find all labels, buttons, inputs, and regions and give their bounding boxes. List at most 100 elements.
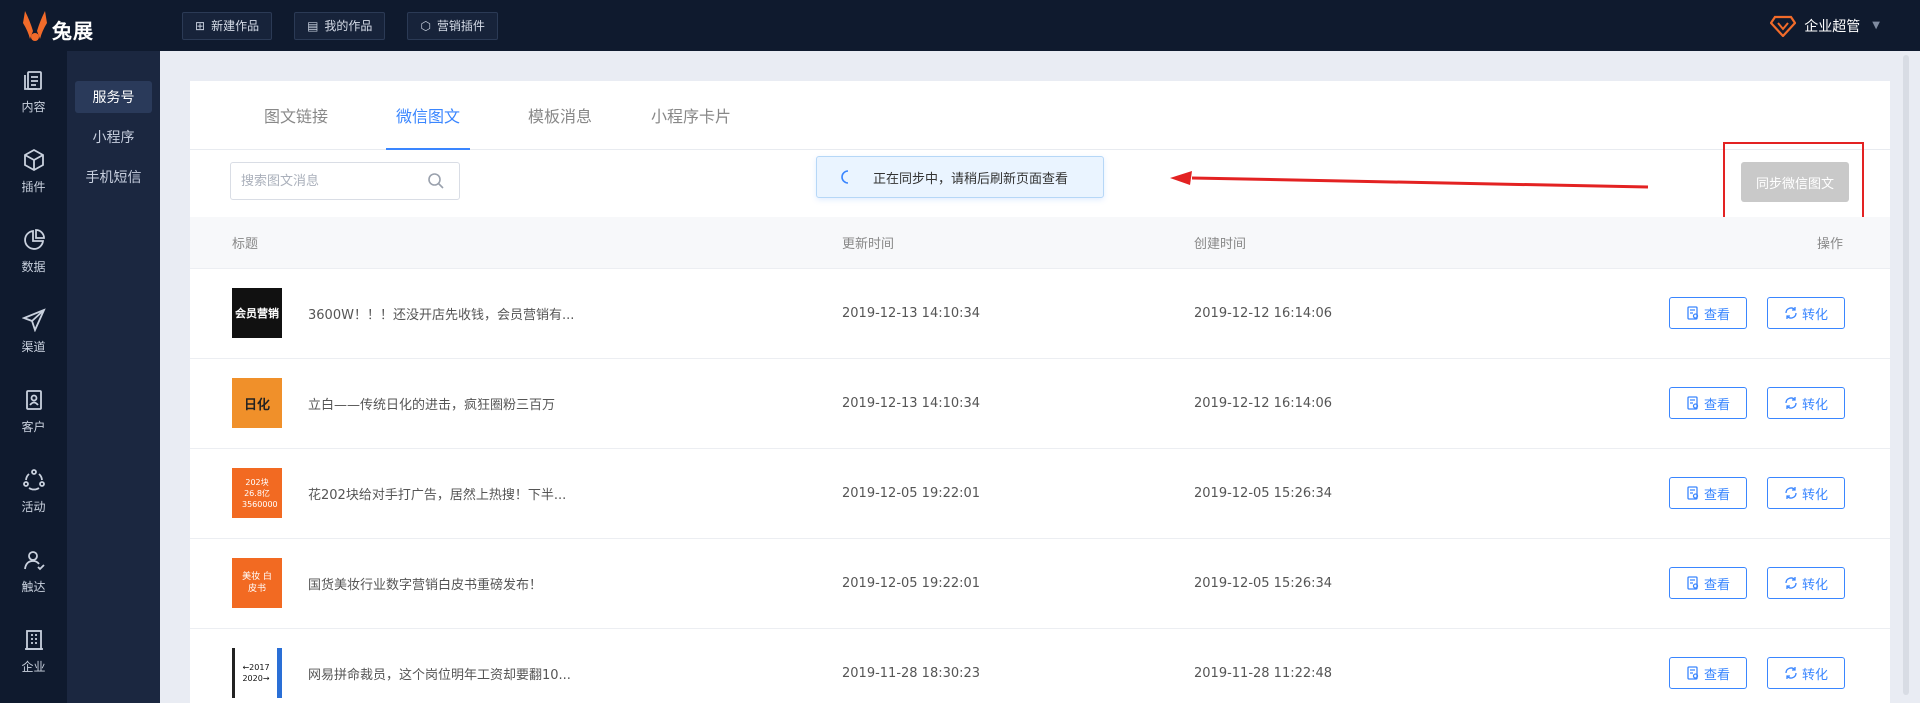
sync-highlight-box: 同步微信图文: [1723, 142, 1864, 220]
convert-button[interactable]: 转化: [1767, 477, 1845, 509]
refresh-icon: [1785, 397, 1797, 409]
subnav-item-sms[interactable]: 手机短信: [75, 161, 152, 193]
article-title[interactable]: 花202块给对手打广告，居然上热搜！下半...: [308, 448, 566, 538]
new-work-button[interactable]: ⊞ 新建作品: [182, 11, 273, 40]
view-document-icon: [1687, 576, 1699, 590]
convert-button[interactable]: 转化: [1767, 657, 1845, 689]
activity-icon: [22, 468, 45, 490]
rail-item-channels[interactable]: 渠道: [0, 291, 67, 371]
article-thumbnail[interactable]: ←2017 2020→: [232, 648, 282, 698]
user-menu[interactable]: 企业超管 ▼: [1770, 0, 1880, 51]
article-title[interactable]: 国货美妆行业数字营销白皮书重磅发布！: [308, 538, 542, 628]
convert-label: 转化: [1801, 667, 1828, 683]
rail-item-activities[interactable]: 活动: [0, 451, 67, 531]
updated-time: 2019-12-05 19:22:01: [842, 485, 981, 501]
search-input[interactable]: [231, 163, 427, 199]
new-work-label: 新建作品: [211, 19, 260, 33]
article-title[interactable]: 3600W！！！还没开店先收钱，会员营销有...: [308, 268, 574, 358]
header-updated: 更新时间: [842, 237, 895, 252]
view-button[interactable]: 查看: [1669, 657, 1747, 689]
view-label: 查看: [1703, 307, 1730, 323]
updated-time: 2019-12-13 14:10:34: [842, 305, 981, 321]
article-title[interactable]: 网易拼命裁员，这个岗位明年工资却要翻10...: [308, 628, 571, 703]
pie-chart-icon: [23, 228, 45, 250]
article-thumbnail[interactable]: 美妆 白皮书: [232, 558, 282, 608]
rail-label: 客户: [21, 419, 46, 434]
convert-button[interactable]: 转化: [1767, 297, 1845, 329]
created-time: 2019-12-12 16:14:06: [1194, 395, 1333, 411]
created-time: 2019-12-12 16:14:06: [1194, 305, 1333, 321]
thumbnail-text: 会员营销: [235, 307, 279, 320]
rail-item-plugins[interactable]: 插件: [0, 131, 67, 211]
article-thumbnail[interactable]: 日化: [232, 378, 282, 428]
article-thumbnail[interactable]: 会员营销: [232, 288, 282, 338]
tab-mini-program-cards[interactable]: 小程序卡片: [651, 81, 731, 149]
rail-item-reach[interactable]: 触达: [0, 531, 67, 611]
convert-label: 转化: [1801, 487, 1828, 503]
rail-item-content[interactable]: 内容: [0, 51, 67, 131]
view-label: 查看: [1703, 487, 1730, 503]
sync-wechat-articles-button[interactable]: 同步微信图文: [1741, 162, 1849, 202]
table-header: 标题 更新时间 创建时间 操作: [190, 217, 1890, 269]
article-thumbnail[interactable]: 202块 26.8亿 3560000: [232, 468, 282, 518]
updated-time: 2019-12-13 14:10:34: [842, 395, 981, 411]
scrollbar-thumb[interactable]: [1903, 55, 1909, 695]
my-works-label: 我的作品: [324, 19, 373, 33]
convert-button[interactable]: 转化: [1767, 387, 1845, 419]
rail-item-customers[interactable]: 客户: [0, 371, 67, 451]
view-button[interactable]: 查看: [1669, 477, 1747, 509]
view-label: 查看: [1703, 397, 1730, 413]
brand-logo[interactable]: 兔展: [0, 0, 160, 51]
chevron-down-icon: ▼: [1872, 20, 1880, 31]
view-document-icon: [1687, 306, 1699, 320]
tab-article-links[interactable]: 图文链接: [264, 81, 328, 149]
search-icon[interactable]: [427, 172, 445, 190]
created-time: 2019-12-05 15:26:34: [1194, 485, 1333, 501]
rail-label: 插件: [21, 179, 46, 194]
subnav-item-mini-program[interactable]: 小程序: [75, 121, 152, 153]
subnav-item-service-account[interactable]: 服务号: [75, 81, 152, 113]
tab-bar: 图文链接 微信图文 模板消息 小程序卡片: [190, 81, 1890, 150]
table-row: 会员营销 3600W！！！还没开店先收钱，会员营销有... 2019-12-13…: [190, 268, 1890, 359]
tab-wechat-articles[interactable]: 微信图文: [385, 81, 471, 150]
refresh-icon: [1785, 667, 1797, 679]
header-actions: 操作: [1817, 237, 1844, 252]
my-works-button[interactable]: ▤ 我的作品: [294, 11, 386, 40]
rail-label: 内容: [21, 99, 46, 114]
diamond-badge-icon: [1770, 15, 1797, 37]
tab-template-messages[interactable]: 模板消息: [528, 81, 592, 149]
header-created: 创建时间: [1194, 237, 1247, 252]
marketing-plugin-button[interactable]: ⬡ 营销插件: [407, 11, 498, 40]
convert-label: 转化: [1801, 307, 1828, 323]
secondary-nav: 服务号 小程序 手机短信: [67, 51, 160, 703]
view-button[interactable]: 查看: [1669, 387, 1747, 419]
table-row: 美妆 白皮书 国货美妆行业数字营销白皮书重磅发布！ 2019-12-05 19:…: [190, 538, 1890, 629]
created-time: 2019-11-28 11:22:48: [1194, 665, 1333, 681]
rail-item-enterprise[interactable]: 企业: [0, 611, 67, 691]
page-scrollbar[interactable]: [1892, 51, 1920, 703]
marketing-plugin-label: 营销插件: [436, 19, 485, 33]
view-document-icon: [1687, 396, 1699, 410]
rail-item-data[interactable]: 数据: [0, 211, 67, 291]
view-button[interactable]: 查看: [1669, 567, 1747, 599]
convert-button[interactable]: 转化: [1767, 567, 1845, 599]
loading-spinner-icon: [841, 170, 849, 184]
icon-rail: 内容 插件 数据 渠道 客户 活动 触达 企业: [0, 51, 67, 703]
table-row: 202块 26.8亿 3560000 花202块给对手打广告，居然上热搜！下半.…: [190, 448, 1890, 539]
user-reach-icon: [23, 550, 45, 570]
view-button[interactable]: 查看: [1669, 297, 1747, 329]
view-label: 查看: [1703, 577, 1730, 593]
red-arrow-annotation: [1170, 171, 1649, 189]
article-title[interactable]: 立白——传统日化的进击，疯狂圈粉三百万: [308, 358, 555, 448]
convert-label: 转化: [1801, 577, 1828, 593]
thumbnail-text: 美妆 白皮书: [242, 572, 272, 594]
document-icon: [23, 70, 42, 90]
search-box: [230, 162, 460, 200]
view-document-icon: [1687, 666, 1699, 680]
thumbnail-text: ←2017 2020→: [242, 663, 270, 683]
rail-label: 数据: [21, 259, 46, 274]
top-bar: 兔展 ⊞ 新建作品 ▤ 我的作品 ⬡ 营销插件 企业超管 ▼: [0, 0, 1920, 51]
view-document-icon: [1687, 486, 1699, 500]
rail-label: 渠道: [21, 339, 46, 354]
list-icon: ▤: [307, 18, 319, 33]
